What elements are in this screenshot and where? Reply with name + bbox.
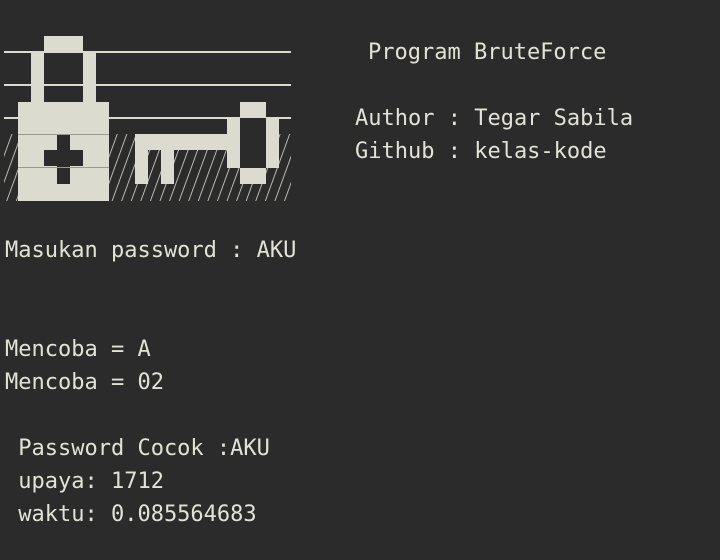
program-title: Program BruteForce	[368, 40, 607, 65]
attempt-line: Mencoba = 02	[5, 370, 164, 395]
password-prompt: Masukan password : AKU	[5, 238, 297, 263]
terminal-window[interactable]: Program BruteForce Author : Tegar Sabila…	[0, 0, 720, 560]
attempt-count-line: upaya: 1712	[5, 469, 164, 494]
password-match-line: Password Cocok :AKU	[5, 436, 270, 461]
attempt-line: Mencoba = A	[5, 337, 151, 362]
github-line: Github : kelas-kode	[355, 139, 607, 164]
elapsed-time-line: waktu: 0.085564683	[5, 502, 257, 527]
padlock-key-banner-icon	[0, 34, 300, 204]
author-line: Author : Tegar Sabila	[355, 106, 634, 131]
